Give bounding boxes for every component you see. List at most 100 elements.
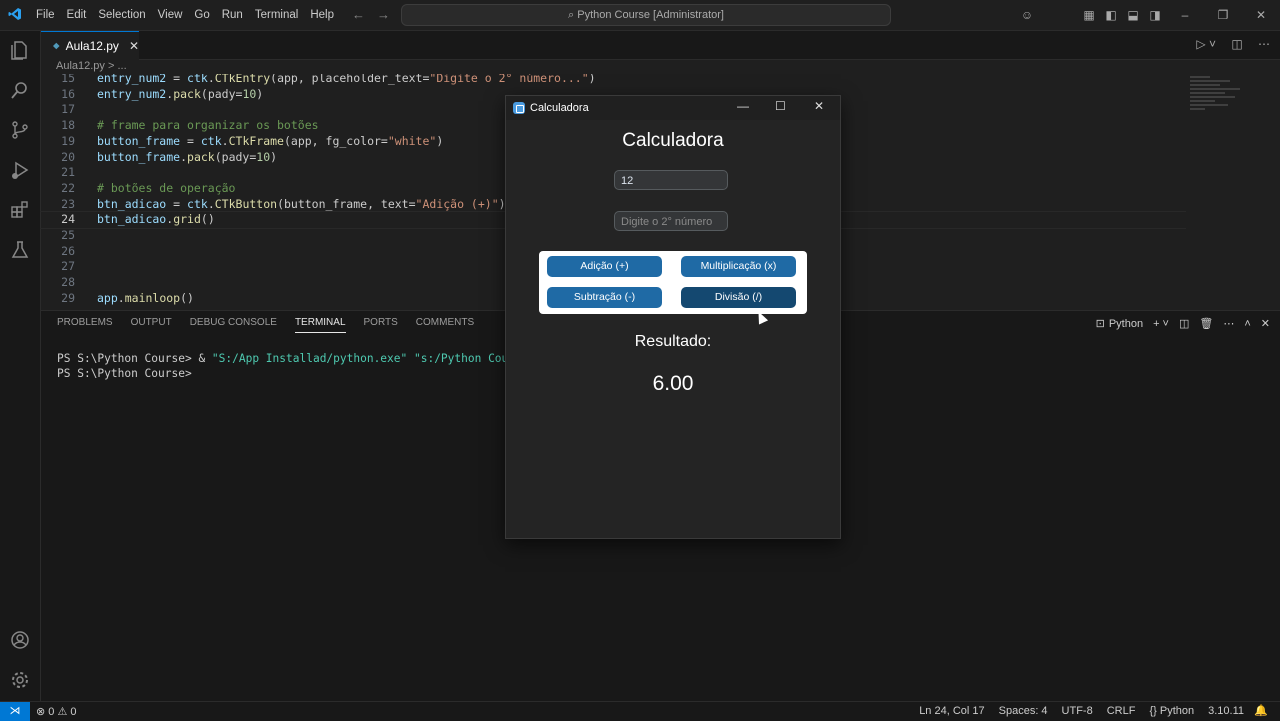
line-number: 24 bbox=[61, 212, 75, 227]
menu-view[interactable]: View bbox=[152, 9, 189, 21]
menu-go[interactable]: Go bbox=[188, 9, 215, 21]
cursor-position[interactable]: Ln 24, Col 17 bbox=[919, 705, 984, 717]
divide-button[interactable]: Divisão (/) bbox=[681, 287, 796, 308]
close-icon[interactable]: ✕ bbox=[814, 99, 824, 113]
notifications-bell-icon[interactable]: 🔔 bbox=[1254, 704, 1268, 717]
forward-arrow-icon[interactable]: → bbox=[377, 7, 390, 22]
add-button[interactable]: Adição (+) bbox=[547, 256, 662, 277]
remote-indicator-icon[interactable]: ⋊ bbox=[0, 702, 30, 721]
code-text: # frame para organizar os botões bbox=[97, 117, 319, 133]
breadcrumb[interactable]: Aula12.py > ... bbox=[56, 60, 127, 72]
maximize-panel-icon[interactable]: ˄ bbox=[1244, 318, 1250, 330]
more-actions-icon[interactable]: ⋯ bbox=[1223, 317, 1234, 330]
number2-input[interactable]: Digite o 2° número bbox=[614, 211, 728, 231]
close-tab-icon[interactable]: ✕ bbox=[129, 39, 139, 53]
tab-comments[interactable]: COMMENTS bbox=[416, 317, 474, 333]
encoding[interactable]: UTF-8 bbox=[1062, 705, 1093, 717]
close-window-icon[interactable]: ✕ bbox=[1242, 8, 1280, 22]
testing-icon[interactable] bbox=[9, 239, 31, 261]
customize-layout-icon[interactable]: ▦ bbox=[1078, 8, 1100, 22]
code-token: CTkButton bbox=[214, 196, 278, 211]
run-file-icon[interactable]: ▷ ˅ bbox=[1196, 37, 1216, 51]
copilot-icon[interactable]: ☺ bbox=[1016, 8, 1038, 22]
code-token: (app, fg_color= bbox=[283, 133, 388, 148]
tab-aula12[interactable]: Aula12.py ✕ bbox=[41, 31, 139, 60]
menu-selection[interactable]: Selection bbox=[92, 9, 151, 21]
code-token: CTkFrame bbox=[228, 133, 284, 148]
line-number: 20 bbox=[61, 149, 75, 164]
source-control-icon[interactable] bbox=[9, 119, 31, 141]
settings-gear-icon[interactable] bbox=[9, 669, 31, 691]
command-center[interactable]: ⌕ Python Course [Administrator] bbox=[401, 4, 891, 26]
line-number: 27 bbox=[61, 259, 75, 274]
maximize-icon[interactable]: ☐ bbox=[775, 99, 786, 113]
trash-icon[interactable]: 🗑 bbox=[1199, 317, 1213, 330]
problems-status[interactable]: ⊗ 0 ⚠ 0 bbox=[36, 705, 77, 718]
close-panel-icon[interactable]: ✕ bbox=[1261, 317, 1270, 330]
tab-output[interactable]: OUTPUT bbox=[131, 317, 172, 333]
back-arrow-icon[interactable]: ← bbox=[352, 7, 365, 22]
code-token: = bbox=[166, 74, 188, 85]
line-ending[interactable]: CRLF bbox=[1107, 705, 1136, 717]
explorer-icon[interactable] bbox=[9, 39, 31, 61]
code-token: ctk bbox=[187, 74, 208, 85]
multiply-button[interactable]: Multiplicação (x) bbox=[681, 256, 796, 277]
language-mode[interactable]: {} Python bbox=[1149, 705, 1194, 717]
nav-arrows: ← → bbox=[352, 7, 402, 22]
menu-run[interactable]: Run bbox=[216, 9, 249, 21]
menu-terminal[interactable]: Terminal bbox=[249, 9, 304, 21]
activity-bar bbox=[0, 31, 41, 701]
result-label: Resultado: bbox=[634, 333, 712, 350]
split-terminal-icon[interactable]: ◫ bbox=[1179, 317, 1189, 330]
tab-debug-console[interactable]: DEBUG CONSOLE bbox=[190, 317, 277, 333]
more-actions-icon[interactable]: ⋯ bbox=[1258, 37, 1270, 51]
search-icon[interactable] bbox=[9, 79, 31, 101]
code-line: 15 entry_num2 = ctk.CTkEntry(app, placeho… bbox=[41, 74, 1141, 86]
calculator-window: Calculadora — ☐ ✕ Calculadora 12 Digite … bbox=[505, 95, 841, 539]
code-token: btn_adicao bbox=[97, 212, 167, 227]
line-number: 17 bbox=[61, 102, 75, 117]
terminal-line: PS S:\Python Course> & "S:/App Installad… bbox=[57, 352, 563, 365]
line-number: 25 bbox=[61, 228, 75, 242]
minimap[interactable] bbox=[1190, 74, 1260, 134]
toggle-sidebar-icon[interactable]: ◧ bbox=[1100, 8, 1122, 22]
editor-actions: ▷ ˅ ◫ ⋯ bbox=[1184, 37, 1270, 51]
line-number: 15 bbox=[61, 74, 75, 85]
tab-ports[interactable]: PORTS bbox=[364, 317, 398, 333]
toggle-secondary-sidebar-icon[interactable]: ◨ bbox=[1144, 8, 1166, 22]
line-number: 16 bbox=[61, 86, 75, 101]
split-editor-icon[interactable]: ◫ bbox=[1231, 37, 1242, 51]
terminal-profile[interactable]: Python bbox=[1109, 318, 1143, 330]
terminal-icon: ⊡ bbox=[1095, 318, 1105, 330]
code-token: ) bbox=[270, 149, 278, 164]
minimize-icon[interactable]: – bbox=[1166, 8, 1204, 22]
code-token: CTkEntry bbox=[214, 74, 271, 85]
minimize-icon[interactable]: — bbox=[737, 99, 749, 113]
menu-edit[interactable]: Edit bbox=[61, 9, 93, 21]
code-token: # botões de operação bbox=[97, 180, 236, 195]
tab-problems[interactable]: PROBLEMS bbox=[57, 317, 113, 333]
menu-file[interactable]: File bbox=[30, 9, 61, 21]
code-token: mainloop bbox=[124, 290, 181, 305]
code-token: (pady= bbox=[200, 86, 243, 101]
indentation[interactable]: Spaces: 4 bbox=[999, 705, 1048, 717]
tab-terminal[interactable]: TERMINAL bbox=[294, 317, 346, 333]
run-debug-icon[interactable] bbox=[9, 159, 31, 181]
code-text: entry_num2 = ctk.CTkEntry(app, placehold… bbox=[97, 74, 596, 86]
toggle-panel-icon[interactable]: ⬓ bbox=[1122, 8, 1144, 22]
restore-icon[interactable]: ❐ bbox=[1204, 8, 1242, 22]
code-token: (app, placeholder_text= bbox=[270, 74, 430, 85]
title-bar-controls: ☺ ▦ ◧ ⬓ ◨ – ❐ ✕ bbox=[1016, 0, 1280, 30]
search-icon: ⌕ bbox=[568, 9, 578, 21]
subtract-button[interactable]: Subtração (-) bbox=[547, 287, 662, 308]
new-terminal-icon[interactable]: + ˅ bbox=[1153, 318, 1169, 330]
python-version[interactable]: 3.10.11 bbox=[1208, 705, 1244, 717]
code-token: "Digite o 2° número..." bbox=[429, 74, 589, 85]
code-text: button_frame.pack(pady=10) bbox=[97, 149, 277, 165]
terminal-output[interactable]: PS S:\Python Course> & "S:/App Installad… bbox=[57, 351, 562, 381]
number1-input[interactable]: 12 bbox=[614, 170, 728, 190]
line-number: 19 bbox=[61, 133, 75, 148]
menu-help[interactable]: Help bbox=[304, 9, 340, 21]
accounts-icon[interactable] bbox=[9, 629, 31, 651]
extensions-icon[interactable] bbox=[9, 199, 31, 221]
